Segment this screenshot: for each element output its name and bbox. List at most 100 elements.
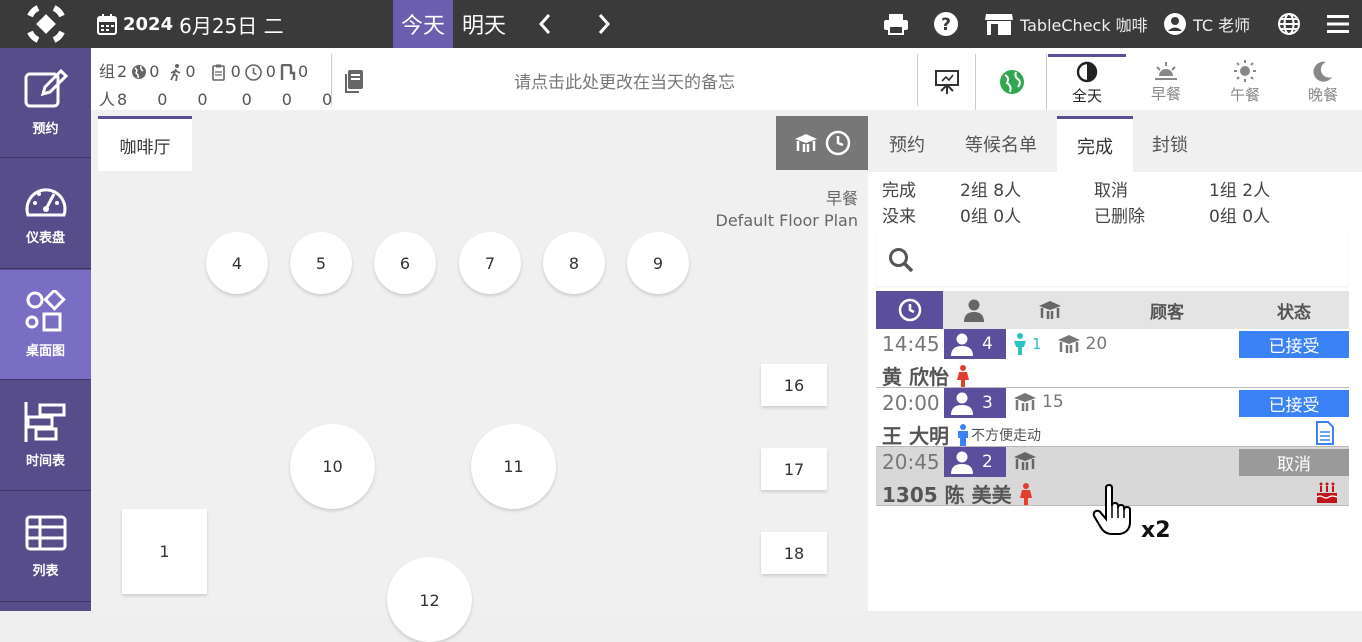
table-time-view-button[interactable] xyxy=(776,116,868,170)
people-unit: 人 xyxy=(1004,207,1022,227)
table-16[interactable]: 16 xyxy=(761,364,827,406)
sidebar-item-label: 桌面图 xyxy=(25,344,65,359)
party-size: 2 xyxy=(944,447,1006,477)
summary-cancel-people: 2 xyxy=(1242,181,1254,201)
summary-done-label: 完成 xyxy=(882,181,916,201)
summary-noshow-groups: 0 xyxy=(960,207,971,227)
search-input[interactable] xyxy=(876,234,1348,286)
table-17[interactable]: 17 xyxy=(761,448,827,490)
memo-placeholder: 请点击此处更改在当天的备忘 xyxy=(514,72,735,93)
dashboard-icon xyxy=(25,188,66,217)
groups-pending: 0 xyxy=(265,62,276,81)
status-badge[interactable]: 取消 xyxy=(1239,449,1349,476)
sort-by-table-button[interactable] xyxy=(1005,291,1095,329)
guest-name: 1305 陈 美美 xyxy=(882,483,1012,507)
meal-label: 全天 xyxy=(1071,87,1102,105)
guest-name: 王 大明 xyxy=(882,424,949,448)
reservation-meta: 1 20 xyxy=(1012,333,1107,355)
reservation-row[interactable]: 20:00 3 15 已接受 王 大明 不方便走动 xyxy=(876,388,1349,448)
search-icon xyxy=(889,248,914,273)
edit-icon xyxy=(24,68,68,108)
party-count: 3 xyxy=(982,393,993,413)
sidebar-item-label: 仪表盘 xyxy=(25,231,65,246)
sidebar-item-dashboard[interactable]: 仪表盘 xyxy=(0,159,91,269)
meal-tab-all-day[interactable]: 全天 xyxy=(1048,54,1126,110)
table-18[interactable]: 18 xyxy=(761,532,827,574)
menu-button[interactable] xyxy=(1327,0,1349,48)
print-button[interactable] xyxy=(883,0,909,48)
user-menu[interactable]: TC 老师 xyxy=(1163,0,1250,48)
sidebar-item-timetable[interactable]: 时间表 xyxy=(0,381,91,491)
user-circle-icon xyxy=(1164,13,1186,35)
column-guest[interactable]: 顾客 xyxy=(1095,291,1239,329)
click-count-label: x2 xyxy=(1141,518,1171,543)
sidebar-item-list[interactable]: 列表 xyxy=(0,492,91,602)
prev-day-button[interactable] xyxy=(530,0,560,48)
help-button[interactable]: ? xyxy=(933,0,959,48)
globe-green-icon xyxy=(999,70,1024,94)
group-unit: 组 xyxy=(970,207,988,227)
reservation-meta xyxy=(1012,451,1038,471)
table-4[interactable]: 4 xyxy=(206,232,268,294)
summary-done-people: 8 xyxy=(993,181,1005,201)
language-button[interactable] xyxy=(1277,0,1301,48)
today-button[interactable]: 今天 xyxy=(393,0,453,48)
half-moon-icon xyxy=(1076,61,1098,83)
reservation-table-header: 顾客 状态 xyxy=(876,291,1349,329)
table-icon xyxy=(1014,452,1036,470)
tab-blocked[interactable]: 封锁 xyxy=(1133,116,1207,172)
meal-tab-lunch[interactable]: 午餐 xyxy=(1206,54,1284,110)
person-icon xyxy=(951,333,973,356)
next-day-button[interactable] xyxy=(589,0,619,48)
tab-reservations[interactable]: 预约 xyxy=(868,116,946,172)
meal-label: 午餐 xyxy=(1229,85,1260,104)
table-12[interactable]: 12 xyxy=(387,557,472,642)
room-tab-cafe[interactable]: 咖啡厅 xyxy=(98,116,192,171)
groups-seated: 0 xyxy=(297,62,309,81)
floor-plan-label: 早餐 Default Floor Plan xyxy=(716,188,858,232)
table-10[interactable]: 10 xyxy=(290,424,375,509)
sidebar: 预约 仪表盘 桌面图 时间表 列表 xyxy=(0,48,91,611)
meal-label: 晚餐 xyxy=(1307,85,1338,104)
table-1[interactable]: 1 xyxy=(122,509,207,594)
presentation-button[interactable] xyxy=(918,54,976,110)
column-status[interactable]: 状态 xyxy=(1239,291,1349,329)
table-5[interactable]: 5 xyxy=(290,232,352,294)
sort-by-people-button[interactable] xyxy=(943,291,1005,329)
meal-tab-breakfast[interactable]: 早餐 xyxy=(1127,54,1205,110)
table-6[interactable]: 6 xyxy=(374,232,436,294)
summary-deleted-people: 0 xyxy=(1242,207,1254,227)
tab-waitlist[interactable]: 等候名单 xyxy=(946,116,1056,172)
document-icon xyxy=(1316,421,1334,445)
table-7[interactable]: 7 xyxy=(459,232,521,294)
sidebar-item-label: 预约 xyxy=(32,122,59,137)
date-year: 2024 xyxy=(123,13,174,35)
table-9[interactable]: 9 xyxy=(627,232,689,294)
memo-field[interactable]: 请点击此处更改在当天的备忘 xyxy=(331,54,918,106)
date-picker[interactable]: 2024 6月25日 二 xyxy=(97,0,284,48)
clock-icon xyxy=(825,130,851,156)
venue-selector[interactable]: TableCheck 咖啡 xyxy=(984,0,1148,48)
app-logo-icon[interactable] xyxy=(0,0,91,48)
table-11[interactable]: 11 xyxy=(471,424,556,509)
reservation-time: 14:45 xyxy=(882,332,940,356)
person-icon xyxy=(951,392,973,415)
reservation-meta: 15 xyxy=(1012,392,1064,412)
party-count: 2 xyxy=(982,452,993,472)
people-unit: 人 xyxy=(1253,207,1271,227)
tomorrow-button[interactable]: 明天 xyxy=(455,0,513,48)
table-8[interactable]: 8 xyxy=(543,232,605,294)
status-badge[interactable]: 已接受 xyxy=(1239,390,1349,417)
group-label: 组 xyxy=(99,62,116,81)
status-badge[interactable]: 已接受 xyxy=(1239,331,1349,358)
sort-by-time-button[interactable] xyxy=(876,291,943,329)
meal-tab-dinner[interactable]: 晚餐 xyxy=(1284,54,1362,110)
reservation-row[interactable]: 14:45 4 1 20 已接受 黄 欣怡 xyxy=(876,329,1349,389)
seated-icon xyxy=(280,63,296,80)
group-unit: 组 xyxy=(1219,207,1237,227)
tab-completed[interactable]: 完成 xyxy=(1057,116,1133,172)
sidebar-item-floor-map[interactable]: 桌面图 xyxy=(0,270,91,380)
sidebar-item-reservations[interactable]: 预约 xyxy=(0,48,91,158)
web-booking-toggle[interactable] xyxy=(977,54,1047,110)
floor-map-icon xyxy=(25,290,66,332)
